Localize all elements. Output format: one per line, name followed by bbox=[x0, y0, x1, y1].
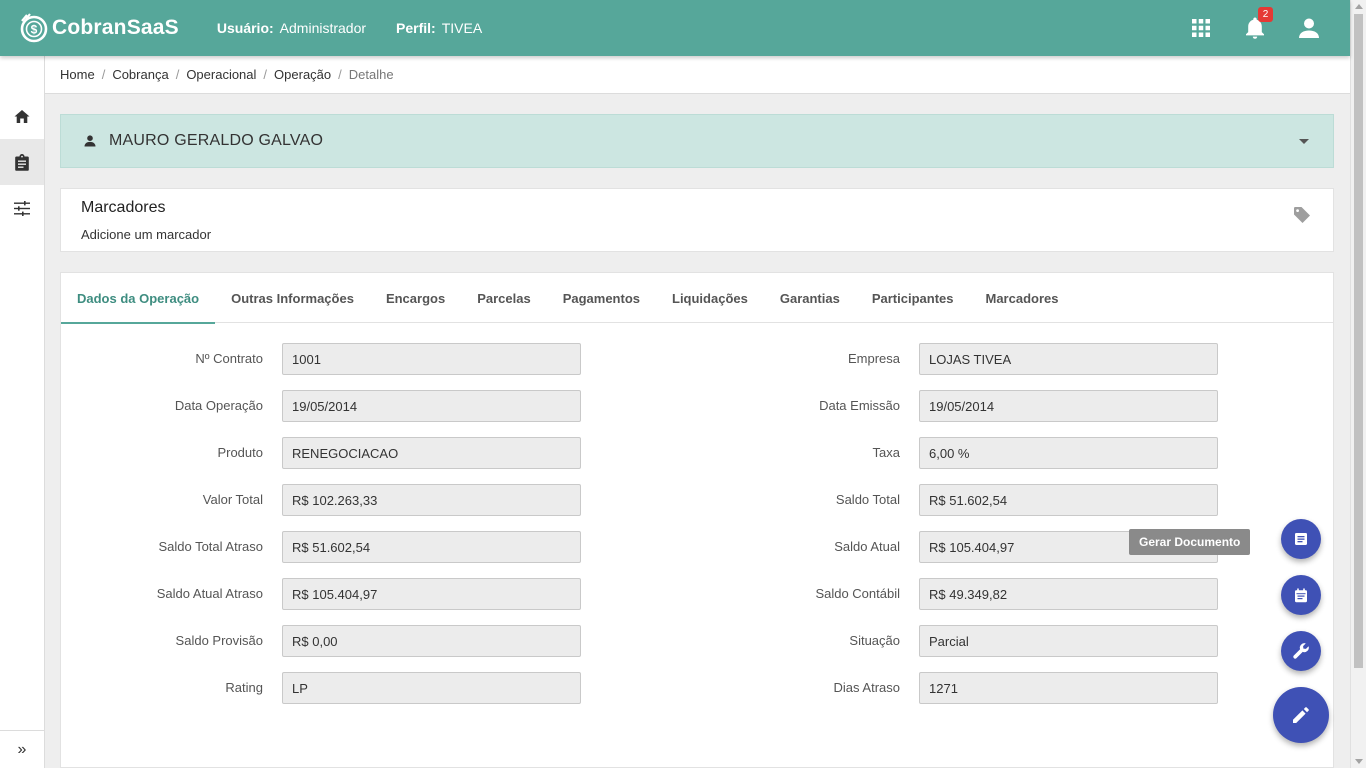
tab-parcelas[interactable]: Parcelas bbox=[461, 273, 547, 323]
wrench-icon bbox=[1293, 643, 1309, 659]
label-valor-total: Valor Total bbox=[202, 492, 263, 507]
add-marker-link[interactable]: Adicione um marcador bbox=[81, 227, 211, 242]
tab-pagamentos[interactable]: Pagamentos bbox=[547, 273, 656, 323]
generate-document-button[interactable] bbox=[1281, 519, 1321, 559]
user-info: Usuário: Administrador Perfil: TIVEA bbox=[217, 20, 482, 36]
field-produto[interactable]: RENEGOCIACAO bbox=[282, 437, 581, 469]
field-saldo-total[interactable]: R$ 51.602,54 bbox=[919, 484, 1218, 516]
pencil-icon bbox=[1293, 707, 1309, 723]
breadcrumb: Home / Cobrança / Operacional / Operação… bbox=[45, 56, 1350, 94]
sidebar-item-home[interactable] bbox=[0, 93, 44, 139]
clipboard-icon bbox=[15, 153, 29, 171]
tab-liquidacoes[interactable]: Liquidações bbox=[656, 273, 764, 323]
label-saldo-atual: Saldo Atual bbox=[834, 539, 900, 554]
field-saldo-atual-atraso[interactable]: R$ 105.404,97 bbox=[282, 578, 581, 610]
tab-encargos[interactable]: Encargos bbox=[370, 273, 461, 323]
field-data-operacao[interactable]: 19/05/2014 bbox=[282, 390, 581, 422]
top-app-bar: $ CobranSaaS Usuário: Administrador Perf… bbox=[0, 0, 1350, 56]
person-panel[interactable]: MAURO GERALDO GALVAO bbox=[60, 114, 1334, 168]
double-chevron-right-icon: » bbox=[17, 740, 27, 758]
sidebar-item-settings[interactable] bbox=[0, 185, 44, 231]
label-dias-atraso: Dias Atraso bbox=[833, 680, 900, 695]
calendar-icon bbox=[1295, 588, 1307, 602]
field-empresa[interactable]: LOJAS TIVEA bbox=[919, 343, 1218, 375]
tag-icon[interactable] bbox=[1293, 206, 1311, 224]
scroll-down-arrow[interactable] bbox=[1355, 759, 1363, 764]
field-valor-total[interactable]: R$ 102.263,33 bbox=[282, 484, 581, 516]
operation-details-panel: Dados da Operação Outras Informações Enc… bbox=[60, 272, 1334, 768]
label-saldo-total: Saldo Total bbox=[835, 492, 900, 507]
breadcrumb-home[interactable]: Home bbox=[60, 67, 95, 82]
tab-marcadores[interactable]: Marcadores bbox=[970, 273, 1075, 323]
label-taxa: Taxa bbox=[872, 445, 900, 460]
field-numero-contrato[interactable]: 1001 bbox=[282, 343, 581, 375]
edit-fab-button[interactable] bbox=[1273, 687, 1329, 743]
page-scrollbar[interactable] bbox=[1350, 0, 1366, 768]
scroll-up-arrow[interactable] bbox=[1355, 4, 1363, 9]
logo-coin-icon: $ bbox=[20, 13, 48, 43]
caret-down-icon[interactable] bbox=[1299, 139, 1309, 144]
document-icon bbox=[1295, 533, 1307, 545]
person-name: MAURO GERALDO GALVAO bbox=[109, 132, 324, 149]
breadcrumb-operacional[interactable]: Operacional bbox=[186, 67, 256, 82]
field-saldo-contabil[interactable]: R$ 49.349,82 bbox=[919, 578, 1218, 610]
fab-tooltip: Gerar Documento bbox=[1129, 529, 1251, 555]
label-saldo-contabil: Saldo Contábil bbox=[815, 586, 900, 601]
tab-dados-operacao[interactable]: Dados da Operação bbox=[61, 273, 216, 324]
apps-grid-button[interactable] bbox=[1174, 0, 1228, 56]
field-saldo-provisao[interactable]: R$ 0,00 bbox=[282, 625, 581, 657]
sidebar-item-operations[interactable] bbox=[0, 139, 44, 185]
notifications-button[interactable]: 2 bbox=[1228, 0, 1282, 56]
breadcrumb-detalhe: Detalhe bbox=[348, 67, 394, 82]
person-icon bbox=[84, 135, 96, 147]
account-icon bbox=[1299, 18, 1319, 38]
apps-grid-icon bbox=[1192, 19, 1210, 37]
app-logo[interactable]: $ CobranSaaS bbox=[18, 12, 179, 44]
label-data-emissao: Data Emissão bbox=[819, 398, 900, 413]
tools-button[interactable] bbox=[1281, 631, 1321, 671]
notification-badge: 2 bbox=[1258, 7, 1273, 22]
user-label: Usuário: bbox=[216, 20, 274, 36]
sidebar-expand-button[interactable]: » bbox=[0, 730, 44, 768]
account-button[interactable] bbox=[1282, 0, 1336, 56]
label-saldo-total-atraso: Saldo Total Atraso bbox=[158, 539, 263, 554]
calendar-button[interactable] bbox=[1281, 575, 1321, 615]
breadcrumb-cobranca[interactable]: Cobrança bbox=[112, 67, 168, 82]
svg-text:$: $ bbox=[31, 23, 38, 37]
label-saldo-atual-atraso: Saldo Atual Atraso bbox=[156, 586, 263, 601]
tab-outras-informacoes[interactable]: Outras Informações bbox=[215, 273, 370, 323]
label-produto: Produto bbox=[217, 445, 263, 460]
markers-card: Marcadores Adicione um marcador bbox=[60, 188, 1334, 252]
profile-label: Perfil: bbox=[396, 20, 436, 36]
field-situacao[interactable]: Parcial bbox=[919, 625, 1218, 657]
label-data-operacao: Data Operação bbox=[174, 398, 263, 413]
label-rating: Rating bbox=[225, 680, 263, 695]
sliders-icon bbox=[14, 200, 30, 216]
app-name: CobranSaaS bbox=[52, 16, 179, 39]
scroll-thumb[interactable] bbox=[1354, 14, 1363, 668]
tab-garantias[interactable]: Garantias bbox=[764, 273, 856, 323]
markers-title: Marcadores bbox=[81, 199, 166, 216]
field-dias-atraso[interactable]: 1271 bbox=[919, 672, 1218, 704]
label-saldo-provisao: Saldo Provisão bbox=[175, 633, 263, 648]
label-numero-contrato: Nº Contrato bbox=[195, 351, 263, 366]
breadcrumb-operacao[interactable]: Operação bbox=[274, 67, 331, 82]
field-taxa[interactable]: 6,00 % bbox=[919, 437, 1218, 469]
tab-bar: Dados da Operação Outras Informações Enc… bbox=[61, 273, 1333, 324]
home-icon bbox=[14, 109, 30, 123]
field-data-emissao[interactable]: 19/05/2014 bbox=[919, 390, 1218, 422]
field-rating[interactable]: LP bbox=[282, 672, 581, 704]
tab-participantes[interactable]: Participantes bbox=[856, 273, 970, 323]
label-empresa: Empresa bbox=[847, 351, 900, 366]
user-value: Administrador bbox=[279, 20, 367, 36]
sidebar: » bbox=[0, 56, 45, 768]
label-situacao: Situação bbox=[849, 633, 900, 648]
field-saldo-total-atraso[interactable]: R$ 51.602,54 bbox=[282, 531, 581, 563]
profile-value: TIVEA bbox=[441, 20, 483, 36]
